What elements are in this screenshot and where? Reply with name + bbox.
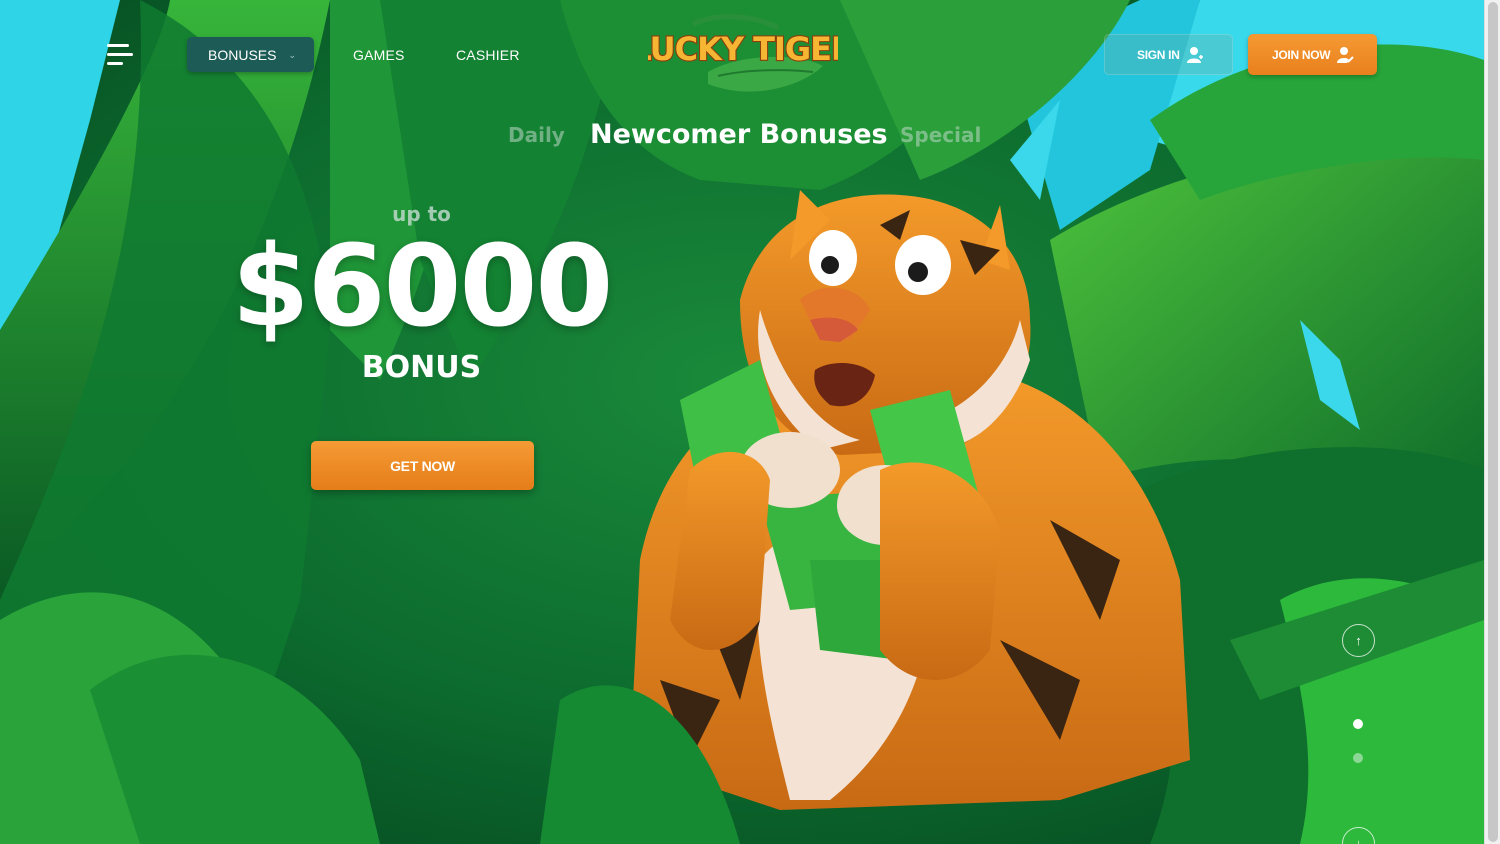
carousel-dot[interactable] — [1353, 753, 1363, 763]
scrollbar-thumb[interactable] — [1488, 2, 1498, 842]
menu-line — [107, 53, 133, 56]
user-edit-icon — [1337, 46, 1354, 63]
sign-in-label: SIGN IN — [1137, 47, 1180, 62]
nav-bonuses-label: BONUSES — [208, 46, 277, 63]
arrow-down-icon: ↓ — [1355, 836, 1362, 844]
join-now-button[interactable]: JOIN NOW — [1248, 34, 1377, 75]
tab-daily[interactable]: Daily — [508, 123, 565, 147]
lucky-tiger-logo[interactable]: LUCKY TIGER — [648, 14, 838, 96]
get-now-button[interactable]: GET NOW — [311, 441, 534, 490]
sign-in-button[interactable]: SIGN IN — [1104, 34, 1233, 75]
carousel-dot-active[interactable] — [1353, 719, 1363, 729]
nav-games-link[interactable]: GAMES — [353, 47, 405, 63]
page-scrollbar[interactable] — [1484, 0, 1500, 844]
nav-bonuses-dropdown[interactable]: BONUSES ⌄ — [187, 37, 314, 72]
chevron-down-icon: ⌄ — [288, 50, 296, 60]
join-now-label: JOIN NOW — [1272, 47, 1331, 62]
nav-cashier-link[interactable]: CASHIER — [456, 47, 520, 63]
arrow-up-icon: ↑ — [1355, 633, 1362, 648]
logo-text: LUCKY TIGER — [648, 30, 838, 68]
bonus-amount: $6000 — [231, 222, 614, 352]
tab-special[interactable]: Special — [900, 123, 981, 147]
menu-line — [107, 44, 129, 47]
carousel-up-button[interactable]: ↑ — [1342, 624, 1375, 657]
bonus-label: BONUS — [361, 350, 482, 385]
tab-newcomer-bonuses[interactable]: Newcomer Bonuses — [590, 119, 888, 150]
menu-line — [107, 62, 123, 65]
user-plus-icon — [1186, 46, 1203, 63]
hamburger-menu-icon[interactable] — [104, 42, 134, 68]
